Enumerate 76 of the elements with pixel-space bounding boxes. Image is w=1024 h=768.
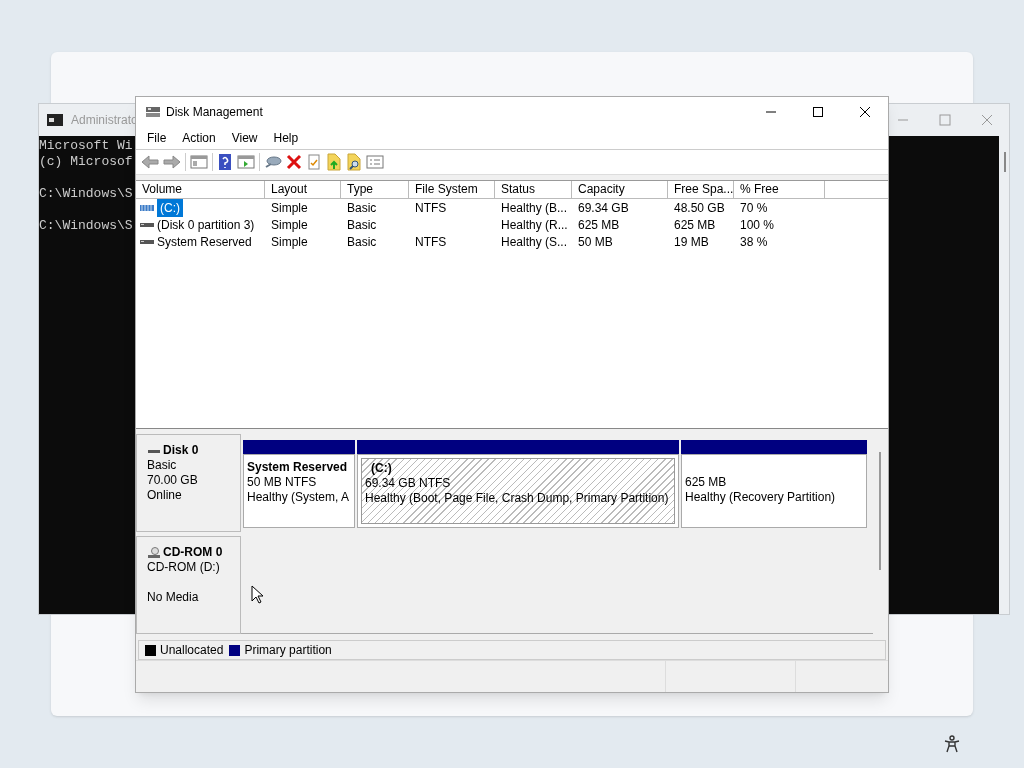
disk-size: 70.00 GB [147, 473, 198, 487]
table-cell-text: Healthy (R... [501, 216, 568, 234]
menu-item[interactable]: File [140, 129, 174, 147]
column-header[interactable]: File System [409, 181, 495, 198]
console-line: C:\Windows\S [39, 218, 133, 234]
disk-status: No Media [147, 590, 200, 605]
table-cell-text: 38 % [740, 233, 768, 251]
scrollbar-thumb[interactable] [1004, 152, 1006, 172]
partition-detail: Healthy (Boot, Page File, Crash Dump, Primary Partition) [365, 491, 670, 506]
panel-icon[interactable] [237, 154, 255, 170]
partition-title: (C:) [370, 461, 393, 476]
table-cell-text: 70 % [740, 199, 768, 217]
column-header[interactable]: Status [495, 181, 572, 198]
help-icon[interactable] [217, 153, 233, 171]
speech-bubble-icon[interactable] [264, 154, 282, 170]
console-line: Microsoft Wi [39, 138, 133, 154]
partition-title: System Reserved [247, 460, 349, 475]
disk-status: Online [147, 488, 183, 503]
table-cell-text: Basic [347, 199, 377, 217]
delete-icon[interactable] [286, 154, 302, 170]
table-cell-text: Simple [271, 216, 308, 234]
legend-label: Unallocated [160, 642, 224, 659]
table-cell-text: Simple [271, 199, 308, 217]
column-header[interactable]: Type [341, 181, 409, 198]
table-cell-text: Simple [271, 233, 308, 251]
partition-detail: 50 MB NTFS [247, 475, 318, 490]
table-cell-text: 625 MB [578, 216, 620, 234]
checklist-icon[interactable] [306, 154, 322, 170]
forward-arrow-icon[interactable] [163, 154, 181, 170]
table-cell-text: 50 MB [578, 233, 613, 251]
accessibility-icon[interactable] [944, 735, 960, 753]
mouse-cursor-icon [251, 585, 263, 604]
partition-detail: Healthy (System, A [247, 490, 351, 505]
legend-label: Primary partition [244, 642, 332, 659]
window-title: Disk Management [166, 104, 263, 121]
menu-item[interactable]: View [224, 129, 265, 147]
console-title: Administrato [71, 112, 138, 129]
partition-detail: 69.34 GB NTFS [365, 476, 452, 491]
table-cell-text: Basic [347, 216, 377, 234]
table-cell-text: Healthy (B... [501, 199, 568, 217]
table-cell-text: NTFS [415, 199, 447, 217]
disk-name: CD-ROM 0 [163, 545, 223, 560]
folder-search-icon[interactable] [346, 153, 362, 171]
column-header[interactable]: Layout [265, 181, 341, 198]
menu-item[interactable]: Help [266, 129, 306, 147]
disk-drive-icon [145, 105, 161, 119]
column-header[interactable]: Capacity [572, 181, 668, 198]
table-cell-text: 48.50 GB [674, 199, 725, 217]
column-header[interactable]: % Free [734, 181, 825, 198]
back-arrow-icon[interactable] [141, 154, 159, 170]
disk-type: CD-ROM (D:) [147, 560, 221, 575]
table-cell-text: Healthy (S... [501, 233, 568, 251]
table-cell-text: 625 MB [674, 216, 716, 234]
table-cell-text: NTFS [415, 233, 447, 251]
maximize-icon[interactable] [812, 106, 824, 118]
column-header[interactable]: Free Spa... [668, 181, 734, 198]
console-icon [47, 114, 63, 126]
drive-label[interactable]: (Disk 0 partition 3) [157, 215, 255, 234]
partition-detail: 625 MB [685, 475, 728, 490]
table-cell-text: 69.34 GB [578, 199, 629, 217]
disk-name: Disk 0 [163, 443, 199, 458]
menu-item[interactable]: Action [175, 129, 223, 147]
table-cell-text: 100 % [740, 216, 775, 234]
table-cell-text: 19 MB [674, 233, 709, 251]
volume-icon [140, 203, 154, 212]
drive-label[interactable]: System Reserved [157, 232, 252, 251]
scrollbar-thumb[interactable] [879, 452, 881, 570]
console-line: (c) Microsof [39, 154, 133, 170]
console-line: C:\Windows\S [39, 186, 133, 202]
column-header[interactable]: Volume [136, 181, 265, 198]
cd-drive-icon [147, 546, 161, 559]
panel-icon[interactable] [190, 154, 208, 170]
table-cell-text: Basic [347, 233, 377, 251]
disk-type: Basic [147, 458, 178, 473]
close-icon[interactable] [859, 106, 871, 118]
partition-detail: Healthy (Recovery Partition) [685, 490, 837, 505]
